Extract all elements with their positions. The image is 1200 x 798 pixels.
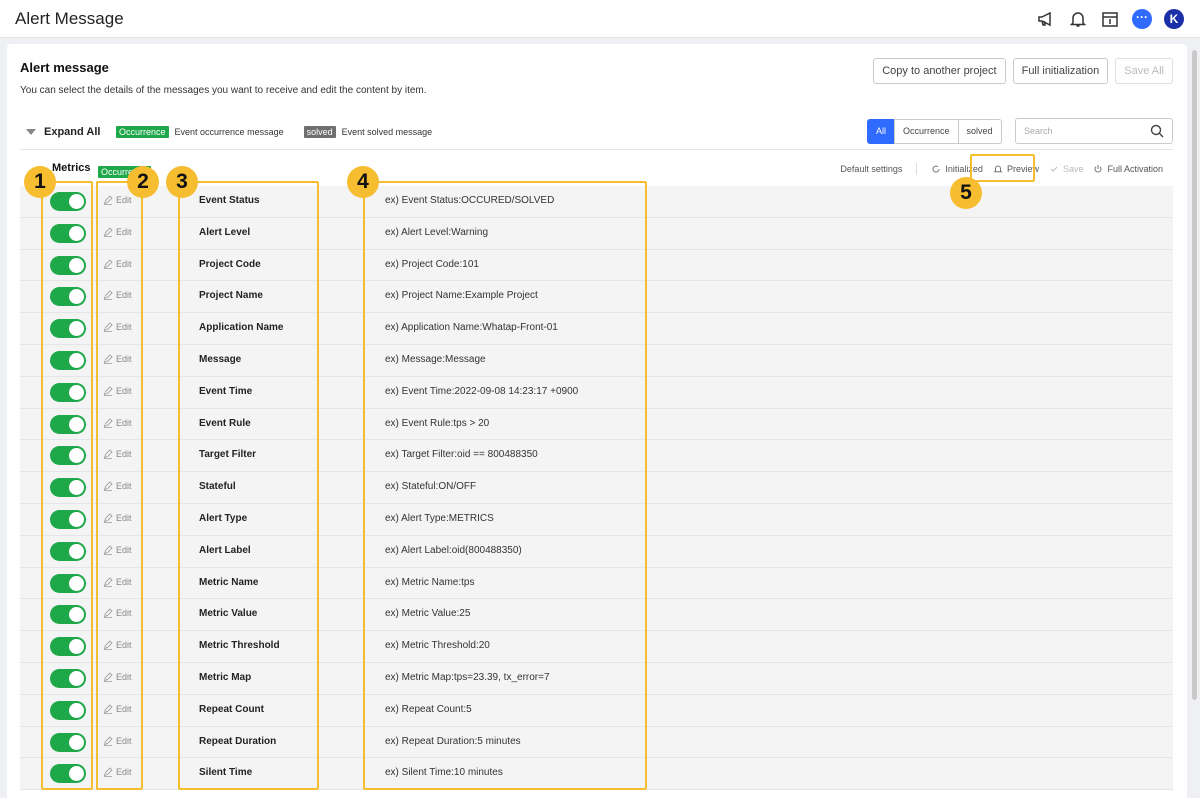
highlight-toggles [41,181,93,790]
filter-occurrence[interactable]: Occurrence [894,119,959,144]
filter-solved[interactable]: solved [957,119,1002,144]
refresh-icon [932,165,940,173]
full-initialization-button[interactable]: Full initialization [1012,58,1109,84]
calendar-icon[interactable] [1100,9,1120,29]
megaphone-icon[interactable] [1036,9,1056,29]
expand-all-toggle[interactable]: Expand All [26,126,100,138]
annotation-badge-5: 5 [950,177,982,209]
card-actions: Copy to another project Full initializat… [873,58,1173,84]
section-name: Metrics [52,162,91,174]
save-button[interactable]: Save [1049,164,1084,174]
legend: Occurrence Event occurrence message solv… [116,126,432,138]
divider [916,163,918,175]
search-placeholder: Search [1024,126,1053,136]
highlight-names [178,181,319,790]
power-icon [1094,165,1102,173]
caret-down-icon [26,129,36,135]
scrollbar[interactable] [1192,50,1197,700]
search-input[interactable]: Search [1015,118,1173,144]
search-icon [1150,124,1164,138]
bell-icon[interactable] [1068,9,1088,29]
highlight-edit [96,181,143,790]
top-bar: Alert Message ··· K [0,0,1200,38]
solved-legend-text: Event solved message [341,127,433,137]
highlight-preview [970,154,1035,182]
page-title: Alert Message [15,9,124,28]
avatar[interactable]: K [1164,9,1184,29]
solved-tag: solved [303,126,336,138]
save-label: Save [1062,164,1084,174]
check-icon [1050,166,1058,172]
annotation-badge-1: 1 [24,166,56,198]
chat-icon[interactable]: ··· [1132,9,1152,29]
card-description: You can select the details of the messag… [20,85,427,96]
full-activation-label: Full Activation [1107,164,1163,174]
copy-to-project-button[interactable]: Copy to another project [873,58,1006,84]
annotation-badge-2: 2 [127,166,159,198]
annotation-badge-3: 3 [166,166,198,198]
occurrence-tag: Occurrence [116,126,169,138]
highlight-examples [363,181,647,790]
card-title: Alert message [20,60,109,75]
message-type-filter: All Occurrence solved [867,119,1002,144]
top-bar-icons: ··· K [1036,9,1184,29]
expand-all-label: Expand All [44,126,101,138]
filter-row: Expand All Occurrence Event occurrence m… [20,118,1173,150]
save-all-button[interactable]: Save All [1115,58,1173,84]
annotation-badge-4: 4 [347,166,379,198]
default-settings-link[interactable]: Default settings [840,164,902,174]
filter-all[interactable]: All [867,119,896,144]
full-activation-button[interactable]: Full Activation [1093,164,1163,174]
occurrence-legend-text: Event occurrence message [174,127,284,137]
